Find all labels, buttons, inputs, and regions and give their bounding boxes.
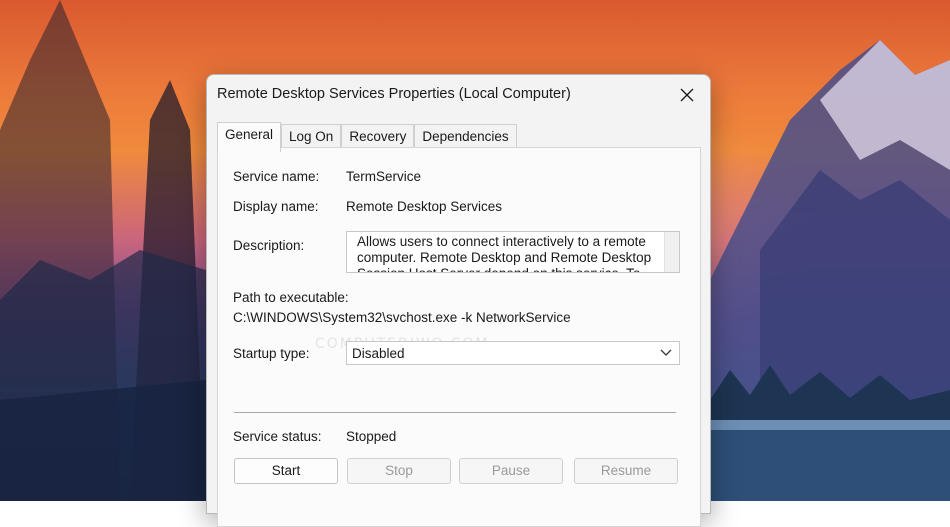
path-value: C:\WINDOWS\System32\svchost.exe -k Netwo…: [233, 310, 571, 325]
stop-button[interactable]: Stop: [347, 458, 451, 484]
tab-general[interactable]: General: [217, 122, 282, 152]
display-name-value: Remote Desktop Services: [346, 199, 503, 214]
service-name-value: TermService: [346, 169, 422, 184]
close-button[interactable]: [674, 83, 700, 107]
startup-type-label: Startup type:: [233, 346, 310, 361]
startup-type-dropdown[interactable]: Disabled: [346, 341, 680, 365]
path-label: Path to executable:: [233, 290, 349, 305]
pause-button[interactable]: Pause: [459, 458, 563, 484]
start-button[interactable]: Start: [234, 458, 338, 484]
tab-strip: General Log On Recovery Dependencies: [217, 122, 517, 152]
service-status-label: Service status:: [233, 429, 322, 444]
service-name-label: Service name:: [233, 169, 320, 184]
service-status-value: Stopped: [346, 429, 397, 444]
resume-button[interactable]: Resume: [574, 458, 678, 484]
chevron-down-icon: [660, 349, 672, 356]
section-divider: [234, 412, 676, 413]
display-name-label: Display name:: [233, 199, 319, 214]
startup-type-value: Disabled: [352, 346, 405, 361]
description-label: Description:: [233, 238, 305, 253]
window-title: Remote Desktop Services Properties (Loca…: [217, 86, 571, 102]
service-properties-dialog: Remote Desktop Services Properties (Loca…: [206, 74, 711, 527]
close-icon: [680, 88, 694, 102]
title-bar: Remote Desktop Services Properties (Loca…: [207, 75, 710, 115]
general-tab-panel: Service name: TermService Display name: …: [217, 147, 701, 527]
description-box[interactable]: Allows users to connect interactively to…: [346, 231, 680, 273]
description-text: Allows users to connect interactively to…: [357, 234, 652, 272]
description-scrollbar[interactable]: [664, 232, 679, 272]
